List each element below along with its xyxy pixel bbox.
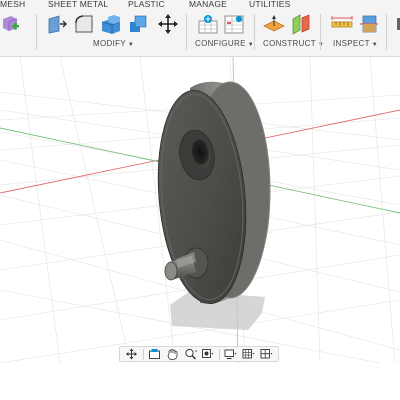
offset-plane-icon[interactable] bbox=[263, 13, 285, 35]
configure-group-label[interactable]: CONFIGURE ▼ bbox=[195, 39, 254, 50]
move-icon[interactable] bbox=[157, 13, 179, 35]
tab-mesh[interactable]: MESH bbox=[0, 0, 25, 9]
look-at-icon[interactable] bbox=[148, 348, 161, 360]
fit-icon[interactable] bbox=[201, 348, 214, 360]
tab-utilities[interactable]: UTILITIES bbox=[249, 0, 290, 9]
navbar-separator bbox=[218, 348, 220, 360]
3d-viewport[interactable] bbox=[0, 57, 400, 363]
toolbar-separator bbox=[386, 14, 387, 50]
chevron-down-icon: ▼ bbox=[317, 42, 325, 48]
chevron-down-icon: ▼ bbox=[371, 42, 379, 48]
configure-label: CONFIGURE bbox=[195, 39, 246, 48]
viewports-icon[interactable] bbox=[260, 348, 273, 360]
grid-settings-icon[interactable] bbox=[242, 348, 255, 360]
plane-at-angle-icon[interactable] bbox=[290, 13, 312, 35]
combine-icon[interactable] bbox=[127, 13, 149, 35]
insert-icon[interactable] bbox=[390, 13, 400, 35]
section-analysis-icon[interactable] bbox=[358, 13, 380, 35]
modify-group-label[interactable]: MODIFY ▼ bbox=[93, 39, 134, 50]
shell-icon[interactable] bbox=[100, 13, 122, 35]
tab-plastic[interactable]: PLASTIC bbox=[128, 0, 165, 9]
bottom-area bbox=[0, 366, 400, 400]
tab-sheet-metal[interactable]: SHEET METAL bbox=[48, 0, 108, 9]
modify-label: MODIFY bbox=[93, 39, 126, 48]
measure-icon[interactable] bbox=[331, 13, 353, 35]
toolbar-tabs: MESH SHEET METAL PLASTIC MANAGE UTILITIE… bbox=[0, 0, 400, 10]
toolbar-separator bbox=[36, 14, 37, 50]
inspect-group-label[interactable]: INSPECT ▼ bbox=[333, 39, 378, 50]
construct-group-label[interactable]: CONSTRUCT ▼ bbox=[263, 39, 324, 50]
toolbar-separator bbox=[186, 14, 187, 50]
create-form-icon[interactable] bbox=[0, 13, 19, 35]
toolbar-separator bbox=[254, 14, 255, 50]
chevron-down-icon: ▼ bbox=[127, 42, 135, 48]
3d-scene bbox=[0, 57, 400, 363]
toolbar-separator bbox=[320, 14, 321, 50]
construct-label: CONSTRUCT bbox=[263, 39, 316, 48]
display-settings-icon[interactable] bbox=[224, 348, 237, 360]
press-pull-icon[interactable] bbox=[46, 13, 68, 35]
toolbar: MESH SHEET METAL PLASTIC MANAGE UTILITIE… bbox=[0, 0, 400, 57]
zoom-icon[interactable] bbox=[184, 348, 197, 360]
orbit-icon[interactable] bbox=[125, 348, 138, 360]
configuration-table-icon[interactable] bbox=[223, 13, 245, 35]
pan-icon[interactable] bbox=[166, 348, 179, 360]
navbar-separator bbox=[142, 348, 144, 360]
fillet-icon[interactable] bbox=[73, 13, 95, 35]
inspect-label: INSPECT bbox=[333, 39, 370, 48]
configure-parameters-icon[interactable] bbox=[197, 13, 219, 35]
navigation-bar bbox=[119, 346, 279, 362]
tab-manage[interactable]: MANAGE bbox=[189, 0, 227, 9]
